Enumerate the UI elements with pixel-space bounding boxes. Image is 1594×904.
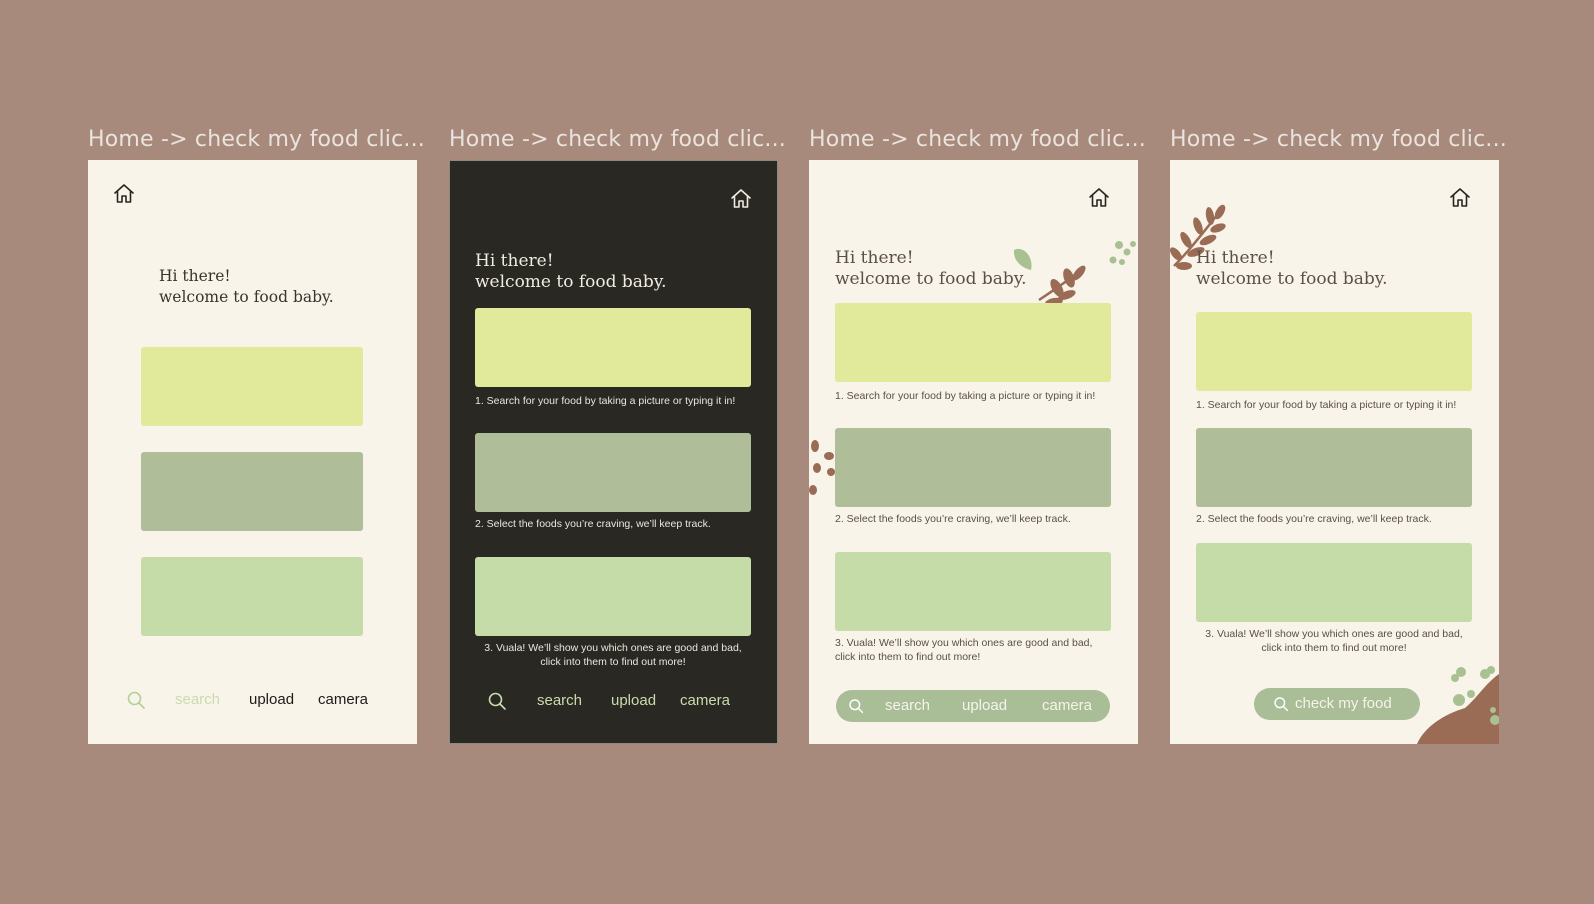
greeting-line-2: welcome to food baby. [835,269,1027,289]
search-icon[interactable] [848,698,864,714]
card-results[interactable] [1196,543,1472,622]
step-3-line-2: click into them to find out more! [1261,642,1407,654]
nav-camera[interactable]: camera [318,691,368,708]
check-my-food-button[interactable]: check my food [1254,688,1420,720]
greeting-line-1: Hi there! [835,248,914,268]
step-3-line-2: click into them to find out more! [540,656,686,668]
bottom-nav-bar: search upload camera [836,690,1110,722]
search-icon[interactable] [487,691,507,711]
nav-search[interactable]: search [885,697,930,714]
check-my-food-label: check my food [1295,695,1392,712]
card-results[interactable] [475,557,751,636]
nav-upload[interactable]: upload [249,691,294,708]
step-1-text: 1. Search for your food by taking a pict… [1196,399,1457,411]
nav-upload[interactable]: upload [962,697,1007,714]
greeting: Hi there! welcome to food baby. [835,248,1027,290]
greeting-line-1: Hi there! [1196,248,1275,268]
step-3-text: 3. Vuala! We’ll show you which ones are … [835,636,1092,664]
step-2-text: 2. Select the foods you’re craving, we’l… [475,518,711,530]
step-3-line-1: 3. Vuala! We’ll show you which ones are … [835,637,1093,649]
card-select[interactable] [1196,428,1472,507]
greeting-line-2: welcome to food baby. [159,288,334,306]
step-1-text: 1. Search for your food by taking a pict… [475,395,736,407]
step-3-line-1: 3. Vuala! We’ll show you which ones are … [484,642,742,654]
greeting: Hi there! welcome to food baby. [159,266,334,308]
screen-home-v1: Hi there! welcome to food baby. search u… [88,160,417,744]
frame-title-3: Home -> check my food clic... [809,127,1146,152]
bowl-decoration-icon [1417,666,1499,744]
card-select[interactable] [835,428,1111,507]
greeting: Hi there! welcome to food baby. [475,251,667,293]
card-search[interactable] [475,308,751,387]
card-search[interactable] [835,303,1111,382]
step-2-text: 2. Select the foods you’re craving, we’l… [835,513,1071,525]
greeting-line-1: Hi there! [475,251,554,271]
step-3-text: 3. Vuala! We’ll show you which ones are … [475,641,751,669]
frame-title-1: Home -> check my food clic... [88,127,425,152]
step-2-text: 2. Select the foods you’re craving, we’l… [1196,513,1432,525]
frame-title-4: Home -> check my food clic... [1170,127,1507,152]
greeting: Hi there! welcome to food baby. [1196,248,1388,290]
greeting-line-2: welcome to food baby. [475,272,667,292]
card-search[interactable] [141,347,363,426]
nav-search[interactable]: search [537,692,582,709]
card-select[interactable] [475,433,751,512]
screen-home-dark: Hi there! welcome to food baby. 1. Searc… [449,160,778,744]
screen-home-v4: Hi there! welcome to food baby. 1. Searc… [1170,160,1499,744]
frame-title-2: Home -> check my food clic... [449,127,786,152]
nav-camera[interactable]: camera [680,692,730,709]
card-select[interactable] [141,452,363,531]
greeting-line-1: Hi there! [159,267,231,285]
step-3-line-1: 3. Vuala! We’ll show you which ones are … [1205,628,1463,640]
search-icon [1274,697,1289,712]
card-search[interactable] [1196,312,1472,391]
card-results[interactable] [835,552,1111,631]
nav-camera[interactable]: camera [1042,697,1092,714]
home-icon[interactable] [112,182,136,206]
nav-search[interactable]: search [175,691,220,708]
step-3-line-2: click into them to find out more! [835,651,981,663]
home-icon[interactable] [1087,186,1111,210]
step-3-text: 3. Vuala! We’ll show you which ones are … [1196,627,1472,655]
greeting-line-2: welcome to food baby. [1196,269,1388,289]
screen-home-v3: Hi there! welcome to food baby. 1. Searc… [809,160,1138,744]
leaf-decoration-icon [1013,241,1136,307]
card-results[interactable] [141,557,363,636]
nav-upload[interactable]: upload [611,692,656,709]
search-icon[interactable] [126,690,146,710]
step-1-text: 1. Search for your food by taking a pict… [835,390,1096,402]
home-icon[interactable] [1448,186,1472,210]
home-icon[interactable] [729,187,753,211]
